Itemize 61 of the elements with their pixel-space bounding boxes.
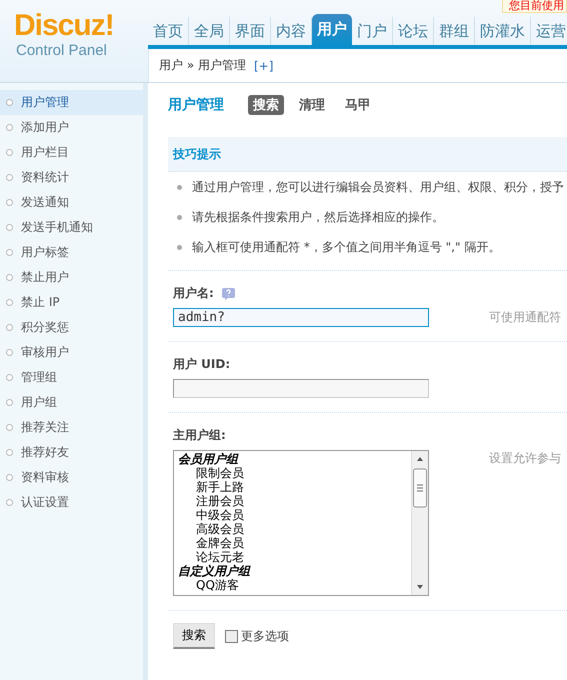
page-tab[interactable]: 清理: [294, 95, 330, 115]
list-option[interactable]: 注册会员: [178, 494, 407, 508]
page-tab[interactable]: 搜索: [248, 95, 284, 115]
sidebar-item[interactable]: 用户管理: [0, 90, 143, 115]
logo: Discuz!: [14, 10, 114, 42]
sidebar-item[interactable]: 推荐好友: [0, 440, 143, 465]
username-field[interactable]: admin?: [173, 308, 429, 327]
list-option[interactable]: 论坛元老: [178, 550, 407, 564]
notice-banner: 您目前使用: [502, 0, 567, 13]
sidebar-item[interactable]: 禁止 IP: [0, 290, 143, 315]
nav-tab[interactable]: 论坛: [393, 17, 434, 45]
option-group-label: 会员用户组: [178, 452, 240, 466]
nav-tab[interactable]: 运营: [531, 17, 567, 45]
sidebar-item[interactable]: 积分奖惩: [0, 315, 143, 340]
sidebar-item[interactable]: 发送通知: [0, 190, 143, 215]
field-hint: 设置允许参与: [489, 450, 561, 467]
breadcrumb: 用户 » 用户管理: [159, 57, 246, 74]
scrollbar[interactable]: [411, 451, 428, 595]
sidebar-item[interactable]: 资料统计: [0, 165, 143, 190]
nav-tab[interactable]: 门户: [352, 17, 393, 45]
tip-text: 通过用户管理，您可以进行编辑会员资料、用户组、权限、积分，授予: [192, 178, 564, 196]
logo-subtitle: Control Panel: [16, 42, 107, 59]
nav-tab[interactable]: 首页: [148, 17, 189, 45]
nav-tab[interactable]: 群组: [434, 17, 475, 45]
tip-text: 输入框可使用通配符 *，多个值之间用半角逗号 "," 隔开。: [192, 238, 500, 256]
sidebar-item[interactable]: 推荐关注: [0, 415, 143, 440]
help-icon[interactable]: [222, 286, 235, 300]
more-options-checkbox[interactable]: 更多选项: [225, 628, 289, 644]
group-listbox[interactable]: 会员用户组 限制会员 新手上路 注册会员 中级会员 高级会员 金牌会员 论坛元老 自定义用户组 QQ游客: [173, 450, 429, 596]
list-option[interactable]: 中级会员: [178, 508, 407, 522]
tips-title: 技巧提示: [173, 146, 221, 162]
page-tab[interactable]: 马甲: [340, 95, 376, 115]
nav-tab[interactable]: 用户: [312, 14, 352, 45]
list-option[interactable]: 高级会员: [178, 522, 407, 536]
field-label: 用户 UID:: [173, 356, 230, 372]
list-option[interactable]: 金牌会员: [178, 536, 407, 550]
sidebar-item[interactable]: 管理组: [0, 365, 143, 390]
list-option[interactable]: 新手上路: [178, 480, 407, 494]
sidebar-item[interactable]: 认证设置: [0, 490, 143, 515]
sidebar-item[interactable]: 资料审核: [0, 465, 143, 490]
sidebar-item[interactable]: 发送手机通知: [0, 215, 143, 240]
sidebar-item[interactable]: 审核用户: [0, 340, 143, 365]
tip-text: 请先根据条件搜索用户，然后选择相应的操作。: [192, 208, 444, 226]
nav-tab[interactable]: 界面: [230, 17, 271, 45]
sidebar-item[interactable]: 用户标签: [0, 240, 143, 265]
list-option[interactable]: QQ游客: [178, 578, 407, 592]
sidebar-item[interactable]: 用户组: [0, 390, 143, 415]
list-option[interactable]: 限制会员: [178, 466, 407, 480]
sidebar-item[interactable]: 用户栏目: [0, 140, 143, 165]
field-hint: 可使用通配符: [489, 309, 561, 326]
option-group-label: 自定义用户组: [178, 564, 252, 578]
search-button[interactable]: 搜索: [173, 623, 215, 649]
nav-tab[interactable]: 全局: [189, 17, 230, 45]
sidebar-item[interactable]: 禁止用户: [0, 265, 143, 290]
add-shortcut-link[interactable]: [+]: [254, 58, 274, 72]
field-label: 主用户组:: [173, 426, 226, 444]
field-label: 用户名:: [173, 284, 214, 302]
page-title: 用户管理: [168, 96, 224, 114]
uid-field[interactable]: [173, 379, 429, 398]
sidebar-item[interactable]: 添加用户: [0, 115, 143, 140]
nav-tab[interactable]: 防灌水: [475, 17, 531, 45]
